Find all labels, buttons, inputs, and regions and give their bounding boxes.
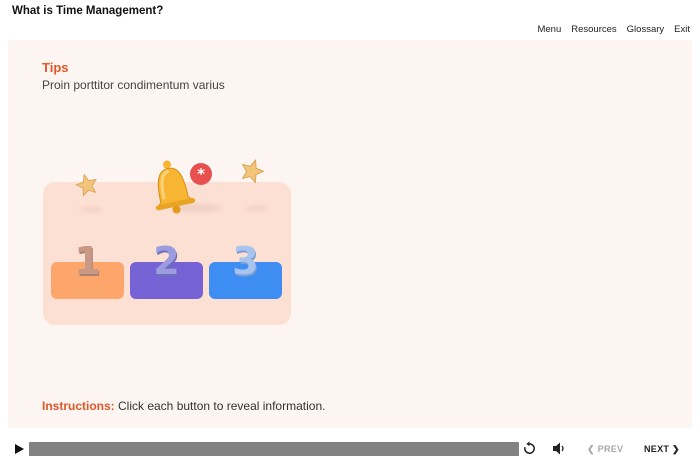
resources-link[interactable]: Resources — [571, 24, 616, 35]
glossary-link[interactable]: Glossary — [627, 24, 664, 35]
slide-subtitle: Proin porttitor condimentum varius — [42, 78, 225, 92]
bell-icon: * — [155, 160, 212, 214]
tip-button-3[interactable]: 3 — [209, 242, 282, 299]
course-title: What is Time Management? — [12, 5, 164, 17]
instructions: Instructions: Click each button to revea… — [42, 399, 325, 413]
exit-link[interactable]: Exit — [674, 24, 690, 35]
slide-content: Tips Proin porttitor condimentum varius … — [8, 40, 692, 428]
volume-icon[interactable] — [552, 441, 566, 456]
star-icon — [241, 159, 265, 184]
slide-heading: Tips — [42, 60, 69, 75]
app-window: What is Time Management? Menu Resources … — [0, 0, 700, 470]
next-button[interactable]: NEXT ❯ — [644, 444, 680, 455]
star-shadow — [80, 207, 102, 212]
prev-button[interactable]: ❮ PREV — [587, 444, 623, 455]
progress-bar[interactable] — [29, 442, 519, 456]
progress-fill — [29, 442, 519, 456]
star-icon — [75, 174, 97, 197]
prev-label: PREV — [597, 444, 624, 454]
tip-button-1[interactable]: 1 — [51, 242, 124, 299]
button-number: 3 — [232, 239, 259, 283]
instructions-label: Instructions: — [42, 399, 115, 413]
replay-icon[interactable] — [522, 441, 537, 456]
player-bar: ❮ PREV NEXT ❯ — [0, 436, 700, 462]
next-label: NEXT — [644, 444, 670, 454]
play-icon[interactable] — [13, 443, 25, 455]
menu-link[interactable]: Menu — [537, 24, 561, 35]
tip-button-2[interactable]: 2 — [130, 242, 203, 299]
button-number: 2 — [153, 239, 180, 283]
svg-text:*: * — [197, 165, 205, 183]
top-navigation: Menu Resources Glossary Exit — [537, 24, 690, 35]
instructions-text: Click each button to reveal information. — [114, 399, 326, 413]
star-shadow — [246, 206, 268, 211]
button-number: 1 — [74, 239, 101, 283]
